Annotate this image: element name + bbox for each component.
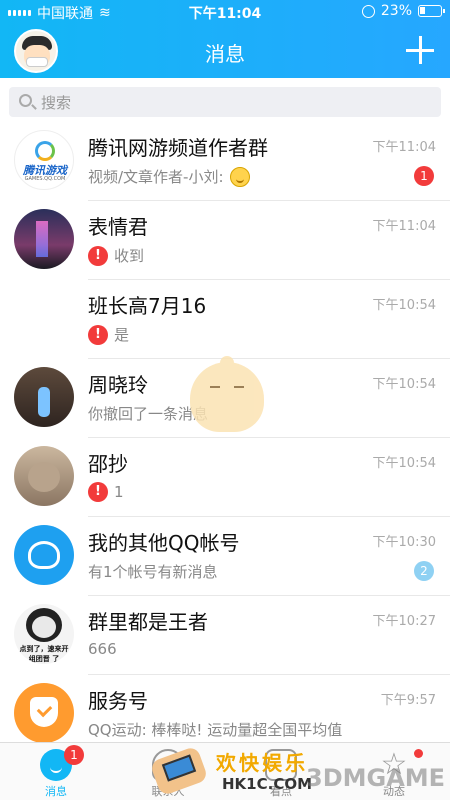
conversation-preview: 666 [88,640,117,658]
contact-avatar [14,209,74,269]
page-title: 消息 [205,42,245,66]
conversation-name: 表情君 [88,215,148,239]
conversation-name: 班长高7月16 [88,294,207,318]
rotation-lock-icon [361,4,375,18]
conversation-name: 群里都是王者 [88,610,208,634]
conversation-preview: ! 是 [88,324,129,345]
new-dot [414,749,423,758]
conversation-item[interactable]: 点到了，速来开 组团晋 了 群里都是王者 666 下午10:27 [0,596,450,675]
tab-unread-badge: 1 [64,745,84,765]
unread-badge: 2 [414,561,434,581]
watermark-brand: 3DMGAME [306,764,446,792]
smile-emoji-icon [229,166,250,187]
conversation-time: 下午10:54 [372,456,436,471]
send-failed-icon: ! [88,245,108,266]
contact-avatar [14,367,74,427]
watermark-text: 欢快娱乐 [216,751,308,775]
group-avatar: 腾讯游戏 GAMES.QQ.COM [14,130,74,190]
watermark-url: HK1C.COM [222,775,313,793]
conversation-item[interactable]: 邵抄 ! 1 下午10:54 [0,438,450,517]
mascot-watermark [190,353,264,434]
search-input[interactable]: 搜索 [9,87,441,117]
status-bar: 中国联通 ≋ 下午11:04 23% [0,0,450,24]
game-hand-watermark [149,745,209,797]
conversation-time: 下午10:54 [372,377,436,392]
game-logo-icon [35,141,55,161]
unread-badge: 1 [414,166,434,186]
qq-icon [28,541,60,569]
conversation-time: 下午10:27 [372,614,436,629]
conversation-time: 下午11:04 [372,219,436,234]
conversation-time: 下午11:04 [372,140,436,155]
battery-percent: 23% [380,3,412,19]
conversation-time: 下午10:54 [372,298,436,313]
tab-messages[interactable]: 1 消息 [0,743,112,800]
service-avatar [14,683,74,743]
conversation-item[interactable]: 腾讯游戏 GAMES.QQ.COM 腾讯网游频道作者群 视频/文章作者-小刘: … [0,122,450,201]
contact-avatar [14,446,74,506]
group-avatar: 点到了，速来开 组团晋 了 [14,604,74,664]
conversation-preview: ! 1 [88,482,124,502]
conversation-list: 腾讯游戏 GAMES.QQ.COM 腾讯网游频道作者群 视频/文章作者-小刘: … [0,122,450,754]
conversation-preview: QQ运动: 棒棒哒! 运动量超全国平均值 [88,721,343,739]
plus-icon[interactable] [406,36,434,64]
tab-label: 消息 [45,785,67,798]
search-bar: 搜索 [0,78,450,122]
conversation-preview: 有1个帐号有新消息 [88,563,218,581]
shield-check-icon [30,697,58,727]
conversation-item[interactable]: 我的其他QQ帐号 有1个帐号有新消息 下午10:30 2 [0,517,450,596]
search-icon [19,94,32,107]
conversation-name: 我的其他QQ帐号 [88,531,240,555]
send-failed-icon: ! [88,482,108,502]
conversation-time: 下午10:30 [372,535,436,550]
app-header: 中国联通 ≋ 下午11:04 23% 消息 [0,0,450,78]
conversation-time: 下午9:57 [380,693,436,708]
conversation-name: 腾讯网游频道作者群 [88,136,268,160]
battery-icon [418,5,445,17]
conversation-preview: 视频/文章作者-小刘: [88,166,250,187]
conversation-preview: ! 收到 [88,245,144,266]
conversation-item[interactable]: 表情君 ! 收到 下午11:04 [0,201,450,280]
conversation-name: 服务号 [88,689,148,713]
conversation-name: 周晓玲 [88,373,148,397]
search-placeholder: 搜索 [41,94,72,112]
qq-accounts-avatar [14,525,74,585]
conversation-name: 邵抄 [88,452,128,476]
send-failed-icon: ! [88,324,108,345]
conversation-item[interactable]: 班长高7月16 ! 是 下午10:54 [0,280,450,359]
